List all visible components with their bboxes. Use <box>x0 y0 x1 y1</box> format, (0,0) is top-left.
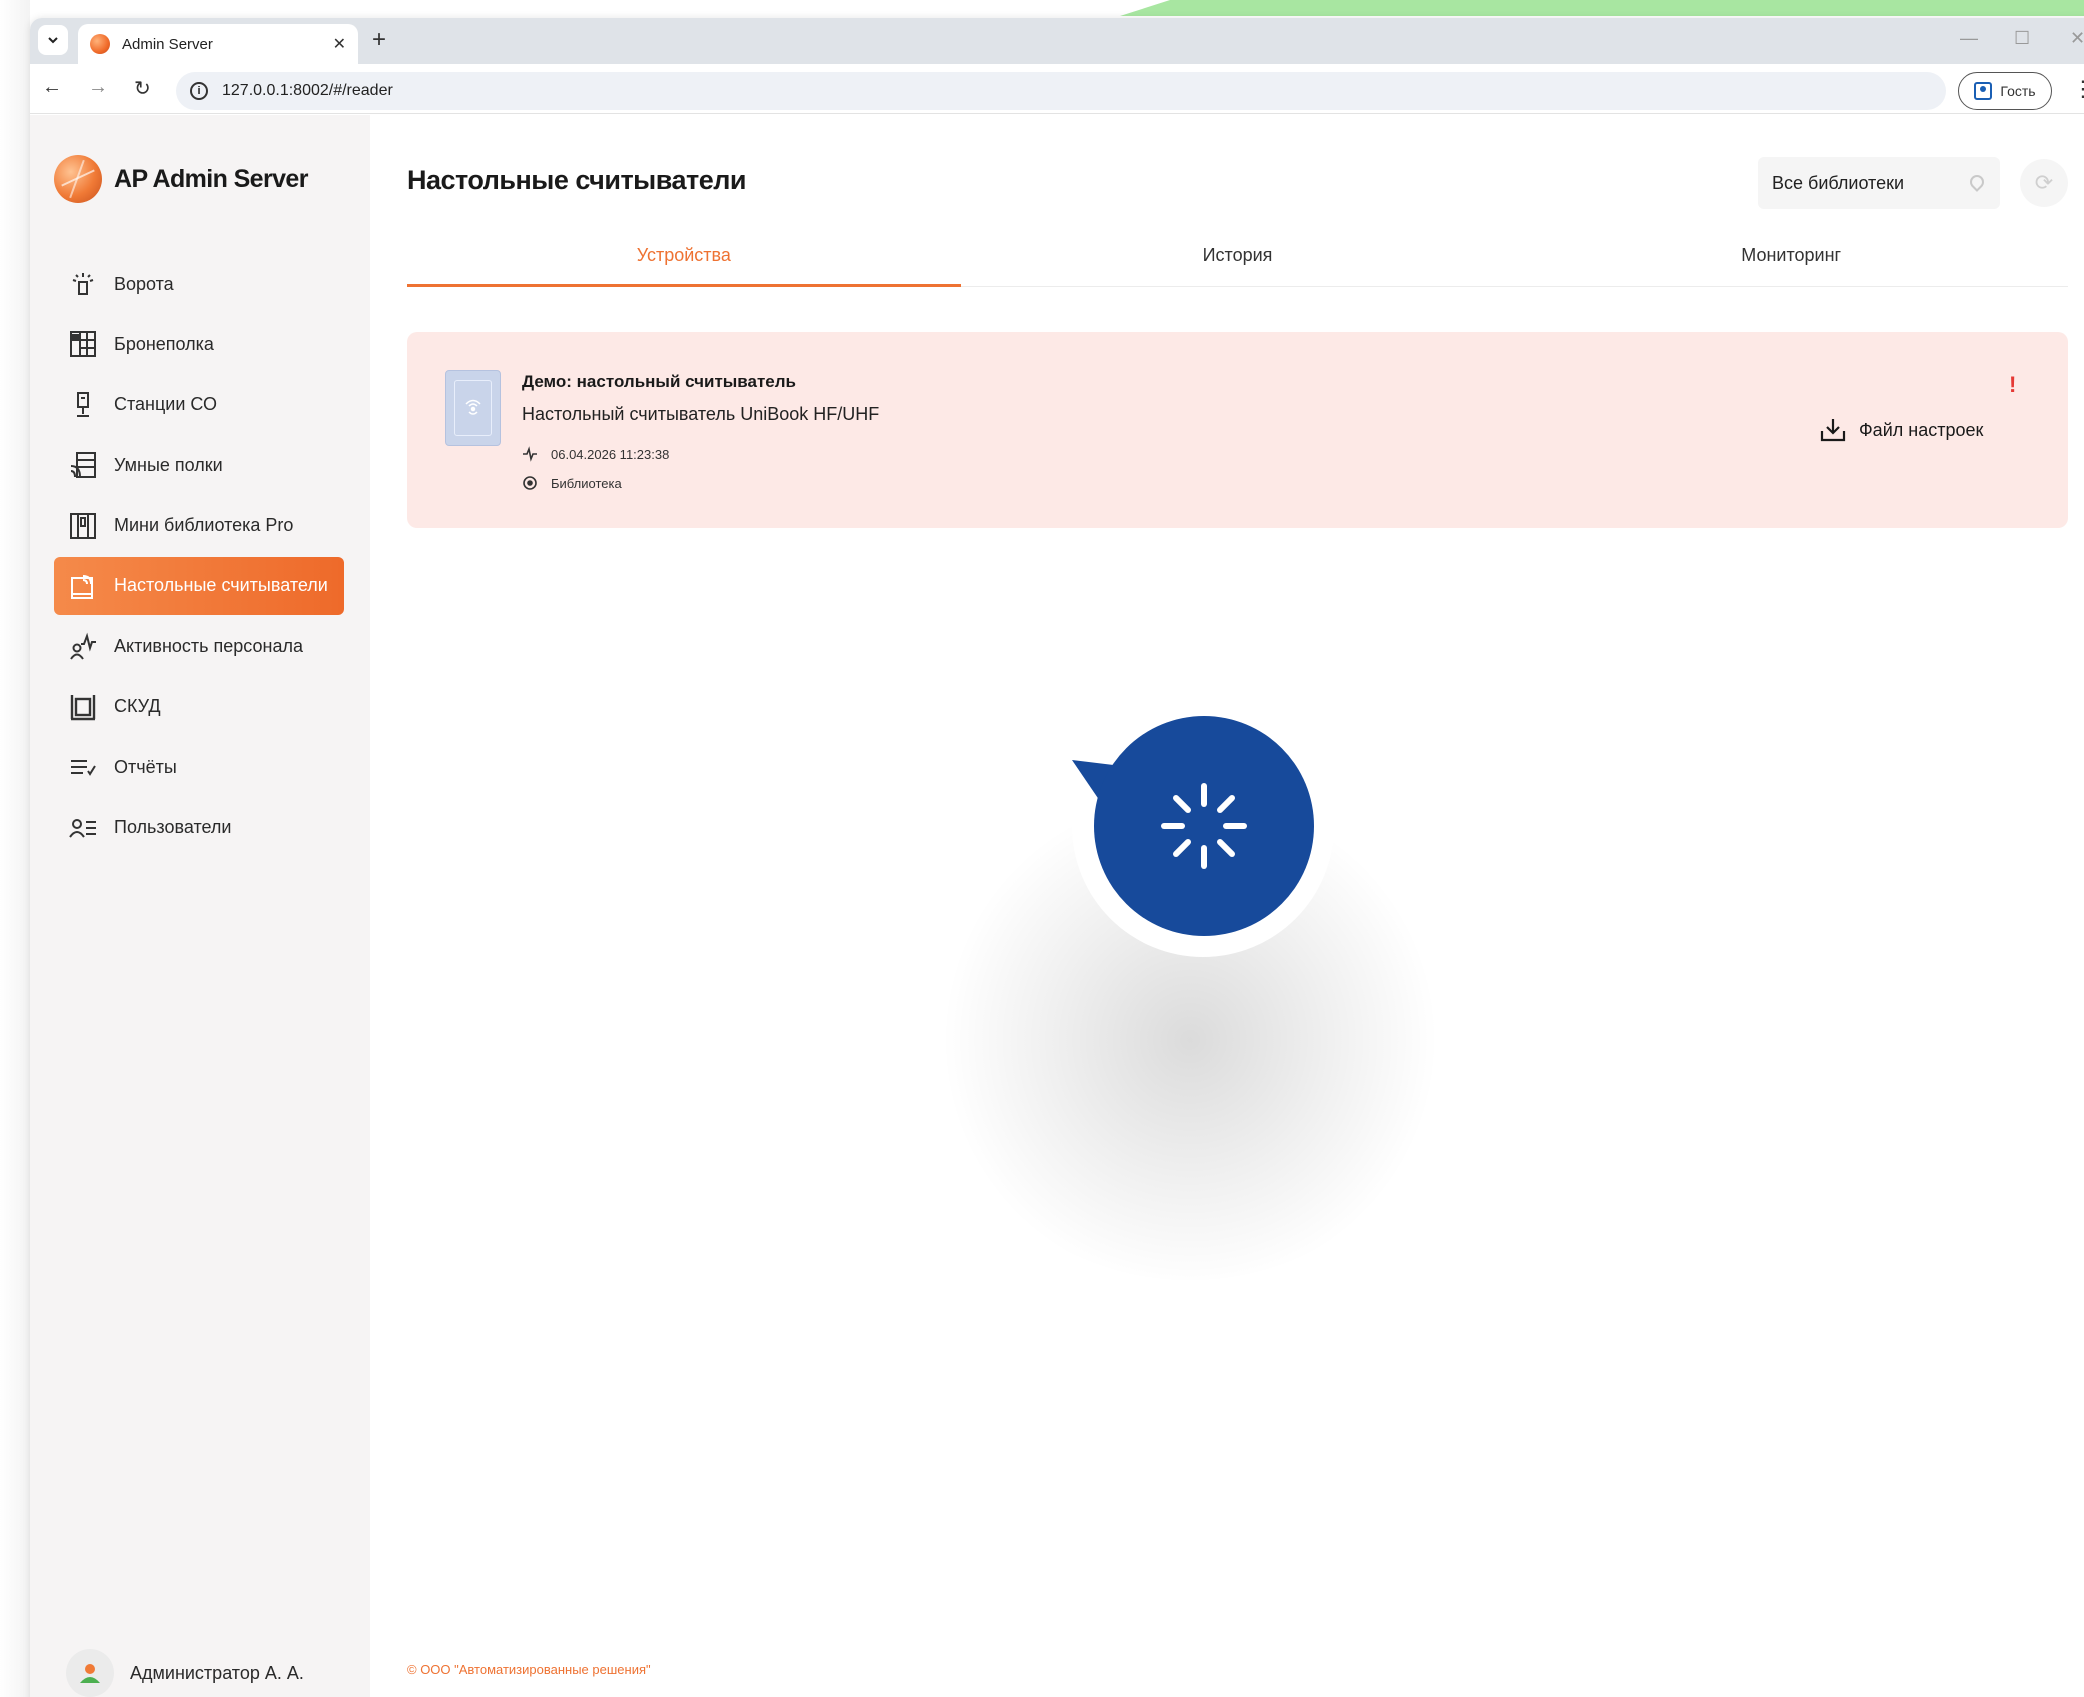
refresh-icon: ⟳ <box>2034 170 2054 195</box>
tab-monitoring[interactable]: Мониторинг <box>1514 237 2068 286</box>
sidebar-item-label: Пользователи <box>114 817 232 838</box>
sidebar-item-label: Отчёты <box>114 756 177 777</box>
chevron-down-icon <box>48 37 58 44</box>
device-model: Настольный считыватель UniBook HF/UHF <box>522 404 880 424</box>
site-info-icon[interactable]: i <box>190 82 208 100</box>
sidebar: AP Admin Server Ворота Бронеполка Станци… <box>30 115 370 1697</box>
sidebar-item-gates[interactable]: Ворота <box>54 255 344 313</box>
guest-label: Гость <box>2000 83 2036 99</box>
current-user[interactable]: Администратор А. А. <box>66 1649 304 1697</box>
forward-arrow-icon[interactable]: → <box>88 76 108 99</box>
sidebar-item-reports[interactable]: Отчёты <box>54 738 344 796</box>
tab-title: Admin Server <box>122 35 213 53</box>
address-bar[interactable]: i 127.0.0.1:8002/#/reader <box>176 72 1946 110</box>
download-icon <box>1820 419 1846 442</box>
more-menu-icon[interactable]: ⋮ <box>2072 76 2084 102</box>
sidebar-item-locker[interactable]: Бронеполка <box>54 315 344 373</box>
new-tab-button[interactable]: + <box>372 26 386 54</box>
refresh-button[interactable]: ⟳ <box>2020 159 2068 207</box>
tab-search-button[interactable] <box>38 25 68 55</box>
basketball-logo-icon <box>54 155 102 203</box>
sidebar-item-staff-activity[interactable]: Активность персонала <box>54 617 344 675</box>
device-location-row: Библиотека <box>522 475 622 491</box>
access-control-icon <box>68 692 98 722</box>
device-card[interactable]: Демо: настольный считыватель Настольный … <box>407 332 2068 528</box>
library-select-value: Все библиотеки <box>1772 172 1905 193</box>
avatar <box>66 1649 114 1697</box>
reports-icon <box>68 752 98 782</box>
profile-icon <box>1974 82 1993 100</box>
sidebar-item-label: Умные полки <box>114 454 223 475</box>
smart-shelf-icon <box>68 450 98 480</box>
tabs: Устройства История Мониторинг <box>407 237 2068 287</box>
sidebar-item-label: Станции СО <box>114 394 218 415</box>
desktop-reader-icon <box>68 571 98 601</box>
settings-file-button[interactable]: Файл настроек <box>1819 416 1983 444</box>
window-close-icon[interactable]: ✕ <box>2070 28 2084 49</box>
back-arrow-icon[interactable]: ← <box>42 76 62 99</box>
maximize-icon[interactable]: ☐ <box>2014 28 2030 49</box>
copyright: © ООО "Автоматизированные решения" <box>407 1662 651 1677</box>
alert-exclamation-icon: ! <box>2009 372 2017 397</box>
mini-library-icon <box>68 511 98 541</box>
tab-devices[interactable]: Устройства <box>407 237 961 287</box>
url-text: 127.0.0.1:8002/#/reader <box>222 82 393 99</box>
gate-light-icon <box>68 269 98 299</box>
activity-pulse-icon <box>522 446 538 462</box>
device-image <box>445 370 501 446</box>
tab-history[interactable]: История <box>961 237 1515 286</box>
sidebar-item-label: Бронеполка <box>114 333 214 354</box>
rfid-wave-icon <box>465 399 481 415</box>
brand-name: AP Admin Server <box>114 164 308 193</box>
sidebar-item-mini-library[interactable]: Мини библиотека Pro <box>54 497 344 555</box>
browser-tab[interactable]: Admin Server ✕ <box>78 24 358 64</box>
decorative-green-strip <box>1120 0 2084 16</box>
sidebar-item-label: Активность персонала <box>114 635 303 656</box>
device-location: Библиотека <box>551 475 622 491</box>
locker-grid-icon <box>68 329 98 359</box>
staff-activity-icon <box>68 631 98 661</box>
page-title: Настольные считыватели <box>407 165 746 195</box>
settings-file-label: Файл настроек <box>1859 419 1984 440</box>
sidebar-item-label: Мини библиотека Pro <box>114 515 294 536</box>
sidebar-item-desktop-readers[interactable]: Настольные считыватели <box>54 556 344 615</box>
brand[interactable]: AP Admin Server <box>54 155 308 203</box>
sidebar-item-label: СКУД <box>114 696 161 717</box>
library-select[interactable]: Все библиотеки <box>1758 157 2000 209</box>
spinner-icon <box>1161 783 1247 869</box>
browser-toolbar: ← → ↻ i 127.0.0.1:8002/#/reader Гость ⋮ <box>30 64 2084 114</box>
sidebar-item-stations[interactable]: Станции СО <box>54 376 344 434</box>
minimize-icon[interactable]: — <box>1960 28 1978 49</box>
sidebar-item-access-control[interactable]: СКУД <box>54 678 344 736</box>
station-kiosk-icon <box>68 390 98 420</box>
sidebar-nav: Ворота Бронеполка Станции СО Умные полки… <box>54 255 344 859</box>
location-pin-icon <box>1967 172 1987 192</box>
tab-strip: Admin Server ✕ + — ☐ ✕ <box>30 18 2084 64</box>
loading-indicator <box>1094 716 1314 936</box>
user-name: Администратор А. А. <box>130 1662 304 1683</box>
decorative-left-margin <box>0 0 30 1697</box>
sidebar-item-smart-shelves[interactable]: Умные полки <box>54 436 344 494</box>
users-icon <box>68 813 98 843</box>
reload-icon[interactable]: ↻ <box>134 76 151 101</box>
close-icon[interactable]: ✕ <box>333 34 346 54</box>
device-activity-row: 06.04.2026 11:23:38 <box>522 446 669 462</box>
sidebar-item-label: Настольные считыватели <box>114 575 328 596</box>
location-target-icon <box>522 475 538 491</box>
sidebar-item-label: Ворота <box>114 273 174 294</box>
sidebar-item-users[interactable]: Пользователи <box>54 799 344 857</box>
favicon-icon <box>90 34 110 54</box>
guest-profile-button[interactable]: Гость <box>1958 72 2052 110</box>
device-last-activity: 06.04.2026 11:23:38 <box>551 446 670 462</box>
device-name: Демо: настольный считыватель <box>522 372 797 391</box>
